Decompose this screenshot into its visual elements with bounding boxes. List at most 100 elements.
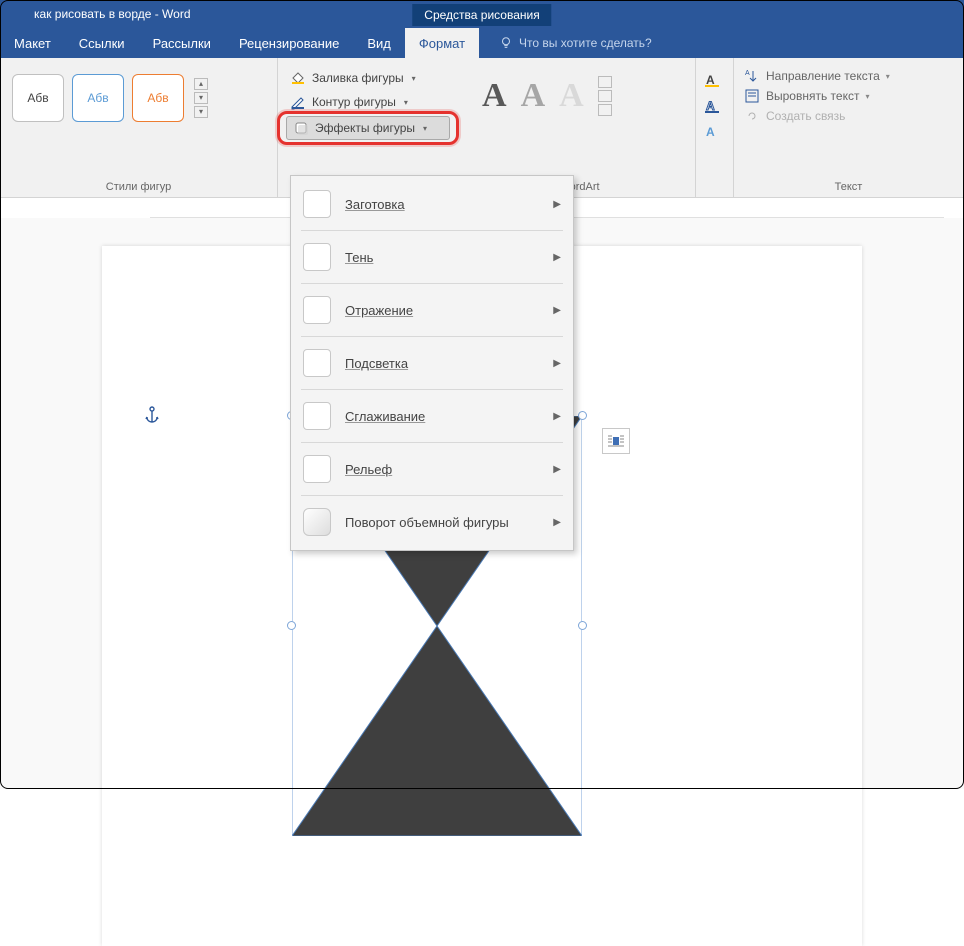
effects-item-label: Заготовка xyxy=(345,197,405,212)
reflection-icon xyxy=(303,296,331,324)
text-effects-button[interactable]: A xyxy=(702,122,724,142)
create-link-label: Создать связь xyxy=(766,109,845,123)
gallery-down-icon[interactable]: ▾ xyxy=(194,92,208,104)
effects-item-label: Рельеф xyxy=(345,462,392,477)
tab-format[interactable]: Формат xyxy=(405,28,479,58)
menu-separator xyxy=(301,336,563,337)
effects-item-label: Отражение xyxy=(345,303,413,318)
tab-references[interactable]: Ссылки xyxy=(65,28,139,58)
text-direction-button[interactable]: A Направление текста▾ xyxy=(744,68,953,84)
lightbulb-icon xyxy=(499,36,513,50)
effects-item-bevel[interactable]: Рельеф ▶ xyxy=(291,447,573,491)
soft-edges-icon xyxy=(303,402,331,430)
pen-outline-icon xyxy=(290,94,306,110)
document-title: как рисовать в ворде - Word xyxy=(8,7,191,21)
resize-handle-ne[interactable] xyxy=(578,411,587,420)
wordart-style-1[interactable]: A xyxy=(482,77,507,115)
effects-item-preset[interactable]: Заготовка ▶ xyxy=(291,182,573,226)
wordart-style-2[interactable]: A xyxy=(521,77,546,115)
title-bar: как рисовать в ворде - Word Средства рис… xyxy=(0,0,964,28)
shape-effects-menu: Заготовка ▶ Тень ▶ Отражение ▶ Подсветка… xyxy=(290,175,574,551)
svg-text:A: A xyxy=(706,125,715,139)
effects-item-3drotation[interactable]: Поворот объемной фигуры ▶ xyxy=(291,500,573,544)
menu-separator xyxy=(301,495,563,496)
resize-handle-w[interactable] xyxy=(287,621,296,630)
shape-style-1[interactable]: Абв xyxy=(12,74,64,122)
anchor-icon[interactable] xyxy=(144,406,160,429)
layout-options-button[interactable] xyxy=(602,428,630,454)
link-icon xyxy=(744,108,760,124)
tab-view[interactable]: Вид xyxy=(353,28,405,58)
effects-item-reflection[interactable]: Отражение ▶ xyxy=(291,288,573,332)
wordart-gallery-spinner xyxy=(598,76,616,116)
svg-text:A: A xyxy=(706,73,715,87)
group-shape-styles: Абв Абв Абв ▴ ▾ ▾ Стили фигур xyxy=(0,58,278,197)
dropdown-arrow-icon: ▾ xyxy=(423,124,427,133)
tell-me-search[interactable]: Что вы хотите сделать? xyxy=(499,36,652,50)
group-text: A Направление текста▾ Выровнять текст▾ С… xyxy=(734,58,964,197)
shape-outline-label: Контур фигуры xyxy=(312,95,396,109)
tell-me-placeholder: Что вы хотите сделать? xyxy=(519,36,652,50)
submenu-arrow-icon: ▶ xyxy=(553,305,561,316)
menu-separator xyxy=(301,389,563,390)
group-label-text: Текст xyxy=(742,177,955,193)
dropdown-arrow-icon: ▾ xyxy=(412,74,416,83)
resize-handle-e[interactable] xyxy=(578,621,587,630)
group-text-fill-buttons: A A A xyxy=(696,58,734,197)
shape-fill-button[interactable]: Заливка фигуры ▾ xyxy=(286,68,450,88)
bevel-icon xyxy=(303,455,331,483)
preset-icon xyxy=(303,190,331,218)
glow-icon xyxy=(303,349,331,377)
ribbon-tabs: Макет Ссылки Рассылки Рецензирование Вид… xyxy=(0,28,964,58)
submenu-arrow-icon: ▶ xyxy=(553,358,561,369)
tab-layout[interactable]: Макет xyxy=(0,28,65,58)
text-outline-button[interactable]: A xyxy=(702,96,724,116)
align-text-label: Выровнять текст xyxy=(766,89,859,103)
shape-effects-button[interactable]: Эффекты фигуры ▾ xyxy=(286,116,450,140)
shape-effects-label: Эффекты фигуры xyxy=(315,121,415,135)
create-link-button[interactable]: Создать связь xyxy=(744,108,953,124)
align-text-icon xyxy=(744,88,760,104)
paint-bucket-icon xyxy=(290,70,306,86)
tab-mailings[interactable]: Рассылки xyxy=(139,28,225,58)
group-label-styles: Стили фигур xyxy=(8,177,269,193)
shape-effects-icon xyxy=(293,120,309,136)
menu-separator xyxy=(301,442,563,443)
gallery-up-icon[interactable] xyxy=(598,76,612,88)
effects-item-softedges[interactable]: Сглаживание ▶ xyxy=(291,394,573,438)
shape-style-3[interactable]: Абв xyxy=(132,74,184,122)
menu-separator xyxy=(301,283,563,284)
effects-item-label: Сглаживание xyxy=(345,409,425,424)
wordart-style-3[interactable]: A xyxy=(559,77,584,115)
gallery-down-icon[interactable] xyxy=(598,90,612,102)
submenu-arrow-icon: ▶ xyxy=(553,411,561,422)
effects-item-label: Тень xyxy=(345,250,373,265)
submenu-arrow-icon: ▶ xyxy=(553,252,561,263)
align-text-button[interactable]: Выровнять текст▾ xyxy=(744,88,953,104)
svg-text:A: A xyxy=(706,99,715,113)
shape-outline-button[interactable]: Контур фигуры ▾ xyxy=(286,92,450,112)
effects-item-label: Подсветка xyxy=(345,356,408,371)
submenu-arrow-icon: ▶ xyxy=(553,517,561,528)
menu-separator xyxy=(301,230,563,231)
shape-style-2[interactable]: Абв xyxy=(72,74,124,122)
gallery-more-icon[interactable] xyxy=(598,104,612,116)
effects-item-glow[interactable]: Подсветка ▶ xyxy=(291,341,573,385)
svg-text:A: A xyxy=(745,70,750,77)
text-direction-label: Направление текста xyxy=(766,69,880,83)
effects-item-label: Поворот объемной фигуры xyxy=(345,515,509,530)
effects-item-shadow[interactable]: Тень ▶ xyxy=(291,235,573,279)
shadow-icon xyxy=(303,243,331,271)
text-direction-icon: A xyxy=(744,68,760,84)
gallery-up-icon[interactable]: ▴ xyxy=(194,78,208,90)
submenu-arrow-icon: ▶ xyxy=(553,199,561,210)
submenu-arrow-icon: ▶ xyxy=(553,464,561,475)
gallery-more-icon[interactable]: ▾ xyxy=(194,106,208,118)
rotation-3d-icon xyxy=(303,508,331,536)
tab-review[interactable]: Рецензирование xyxy=(225,28,353,58)
shape-fill-label: Заливка фигуры xyxy=(312,71,404,85)
text-fill-button[interactable]: A xyxy=(702,70,724,90)
dropdown-arrow-icon: ▾ xyxy=(404,98,408,107)
shape-style-gallery-spinner: ▴ ▾ ▾ xyxy=(192,74,210,122)
contextual-tab-label: Средства рисования xyxy=(412,4,551,26)
